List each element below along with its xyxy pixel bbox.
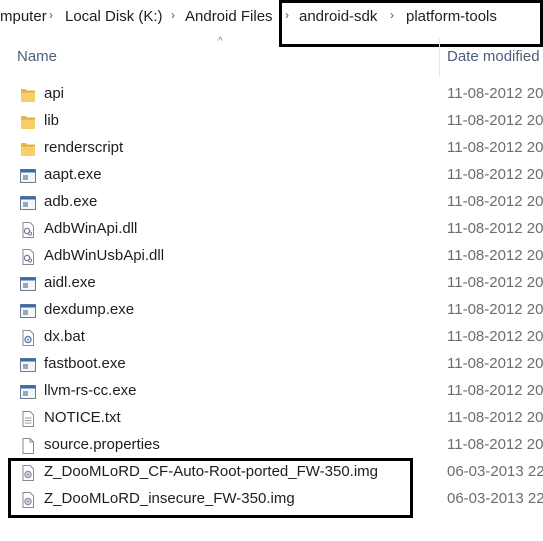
file-date-modified: 11-08-2012 20 xyxy=(447,193,543,210)
file-row[interactable]: Z_DooMLoRD_CF-Auto-Root-ported_FW-350.im… xyxy=(0,459,543,486)
exe-icon xyxy=(19,356,37,374)
file-date-modified: 11-08-2012 20 xyxy=(447,328,543,345)
file-name: source.properties xyxy=(44,436,160,453)
folder-icon xyxy=(19,86,37,104)
file-date-modified: 11-08-2012 20 xyxy=(447,166,543,183)
file-row[interactable]: aapt.exe 11-08-2012 20 xyxy=(0,162,543,189)
file-name: llvm-rs-cc.exe xyxy=(44,382,137,399)
file-name: Z_DooMLoRD_insecure_FW-350.img xyxy=(44,490,295,507)
breadcrumb-item-computer[interactable]: mputer xyxy=(0,8,47,25)
file-row[interactable]: source.properties 11-08-2012 20 xyxy=(0,432,543,459)
img-file-icon xyxy=(19,491,37,509)
file-date-modified: 06-03-2013 22 xyxy=(447,490,543,507)
file-name: Z_DooMLoRD_CF-Auto-Root-ported_FW-350.im… xyxy=(44,463,379,480)
file-name: lib xyxy=(44,112,60,129)
dll-icon xyxy=(19,248,37,266)
chevron-right-icon[interactable]: › xyxy=(49,8,53,22)
file-date-modified: 11-08-2012 20 xyxy=(447,409,543,426)
file-row[interactable]: AdbWinApi.dll 11-08-2012 20 xyxy=(0,216,543,243)
column-header-name[interactable]: Name xyxy=(17,48,57,65)
file-date-modified: 11-08-2012 20 xyxy=(447,436,543,453)
file-row[interactable]: aidl.exe 11-08-2012 20 xyxy=(0,270,543,297)
file-name: aidl.exe xyxy=(44,274,96,291)
text-file-icon xyxy=(19,410,37,428)
chevron-right-icon[interactable]: › xyxy=(390,8,394,22)
exe-icon xyxy=(19,383,37,401)
exe-icon xyxy=(19,194,37,212)
file-date-modified: 11-08-2012 20 xyxy=(447,301,543,318)
file-row[interactable]: llvm-rs-cc.exe 11-08-2012 20 xyxy=(0,378,543,405)
dll-icon xyxy=(19,221,37,239)
breadcrumb: mputer › Local Disk (K:) › Android Files… xyxy=(0,0,543,34)
file-date-modified: 11-08-2012 20 xyxy=(447,112,543,129)
column-divider[interactable] xyxy=(439,38,440,76)
file-row[interactable]: AdbWinUsbApi.dll 11-08-2012 20 xyxy=(0,243,543,270)
file-date-modified: 06-03-2013 22 xyxy=(447,463,543,480)
file-date-modified: 11-08-2012 20 xyxy=(447,85,543,102)
sort-ascending-icon: ^ xyxy=(218,36,223,47)
img-file-icon xyxy=(19,464,37,482)
breadcrumb-item-android-files[interactable]: Android Files xyxy=(185,8,273,25)
file-row[interactable]: adb.exe 11-08-2012 20 xyxy=(0,189,543,216)
file-row[interactable]: renderscript 11-08-2012 20 xyxy=(0,135,543,162)
file-row[interactable]: dexdump.exe 11-08-2012 20 xyxy=(0,297,543,324)
file-name: api xyxy=(44,85,65,102)
file-name: fastboot.exe xyxy=(44,355,126,372)
breadcrumb-item-android-sdk[interactable]: android-sdk xyxy=(299,8,377,25)
file-name: aapt.exe xyxy=(44,166,102,183)
bat-icon xyxy=(19,329,37,347)
file-name: AdbWinApi.dll xyxy=(44,220,138,237)
column-header: ^ Name Date modified xyxy=(0,34,543,78)
chevron-right-icon[interactable]: › xyxy=(171,8,175,22)
file-row[interactable]: fastboot.exe 11-08-2012 20 xyxy=(0,351,543,378)
file-row[interactable]: api 11-08-2012 20 xyxy=(0,81,543,108)
file-date-modified: 11-08-2012 20 xyxy=(447,139,543,156)
file-name: renderscript xyxy=(44,139,124,156)
file-row[interactable]: dx.bat 11-08-2012 20 xyxy=(0,324,543,351)
file-date-modified: 11-08-2012 20 xyxy=(447,355,543,372)
file-date-modified: 11-08-2012 20 xyxy=(447,220,543,237)
file-name: dexdump.exe xyxy=(44,301,135,318)
file-date-modified: 11-08-2012 20 xyxy=(447,382,543,399)
file-date-modified: 11-08-2012 20 xyxy=(447,274,543,291)
file-row[interactable]: Z_DooMLoRD_insecure_FW-350.img 06-03-2013… xyxy=(0,486,543,513)
exe-icon xyxy=(19,275,37,293)
file-name: NOTICE.txt xyxy=(44,409,121,426)
file-name: adb.exe xyxy=(44,193,98,210)
generic-file-icon xyxy=(19,437,37,455)
folder-icon xyxy=(19,140,37,158)
file-row[interactable]: lib 11-08-2012 20 xyxy=(0,108,543,135)
chevron-right-icon[interactable]: › xyxy=(285,8,289,22)
file-row[interactable]: NOTICE.txt 11-08-2012 20 xyxy=(0,405,543,432)
breadcrumb-item-platform-tools[interactable]: platform-tools xyxy=(406,8,497,25)
file-date-modified: 11-08-2012 20 xyxy=(447,247,543,264)
breadcrumb-item-local-disk[interactable]: Local Disk (K:) xyxy=(65,8,163,25)
file-name: AdbWinUsbApi.dll xyxy=(44,247,165,264)
file-name: dx.bat xyxy=(44,328,85,345)
column-header-date-modified[interactable]: Date modified xyxy=(447,48,540,65)
exe-icon xyxy=(19,167,37,185)
folder-icon xyxy=(19,113,37,131)
exe-icon xyxy=(19,302,37,320)
